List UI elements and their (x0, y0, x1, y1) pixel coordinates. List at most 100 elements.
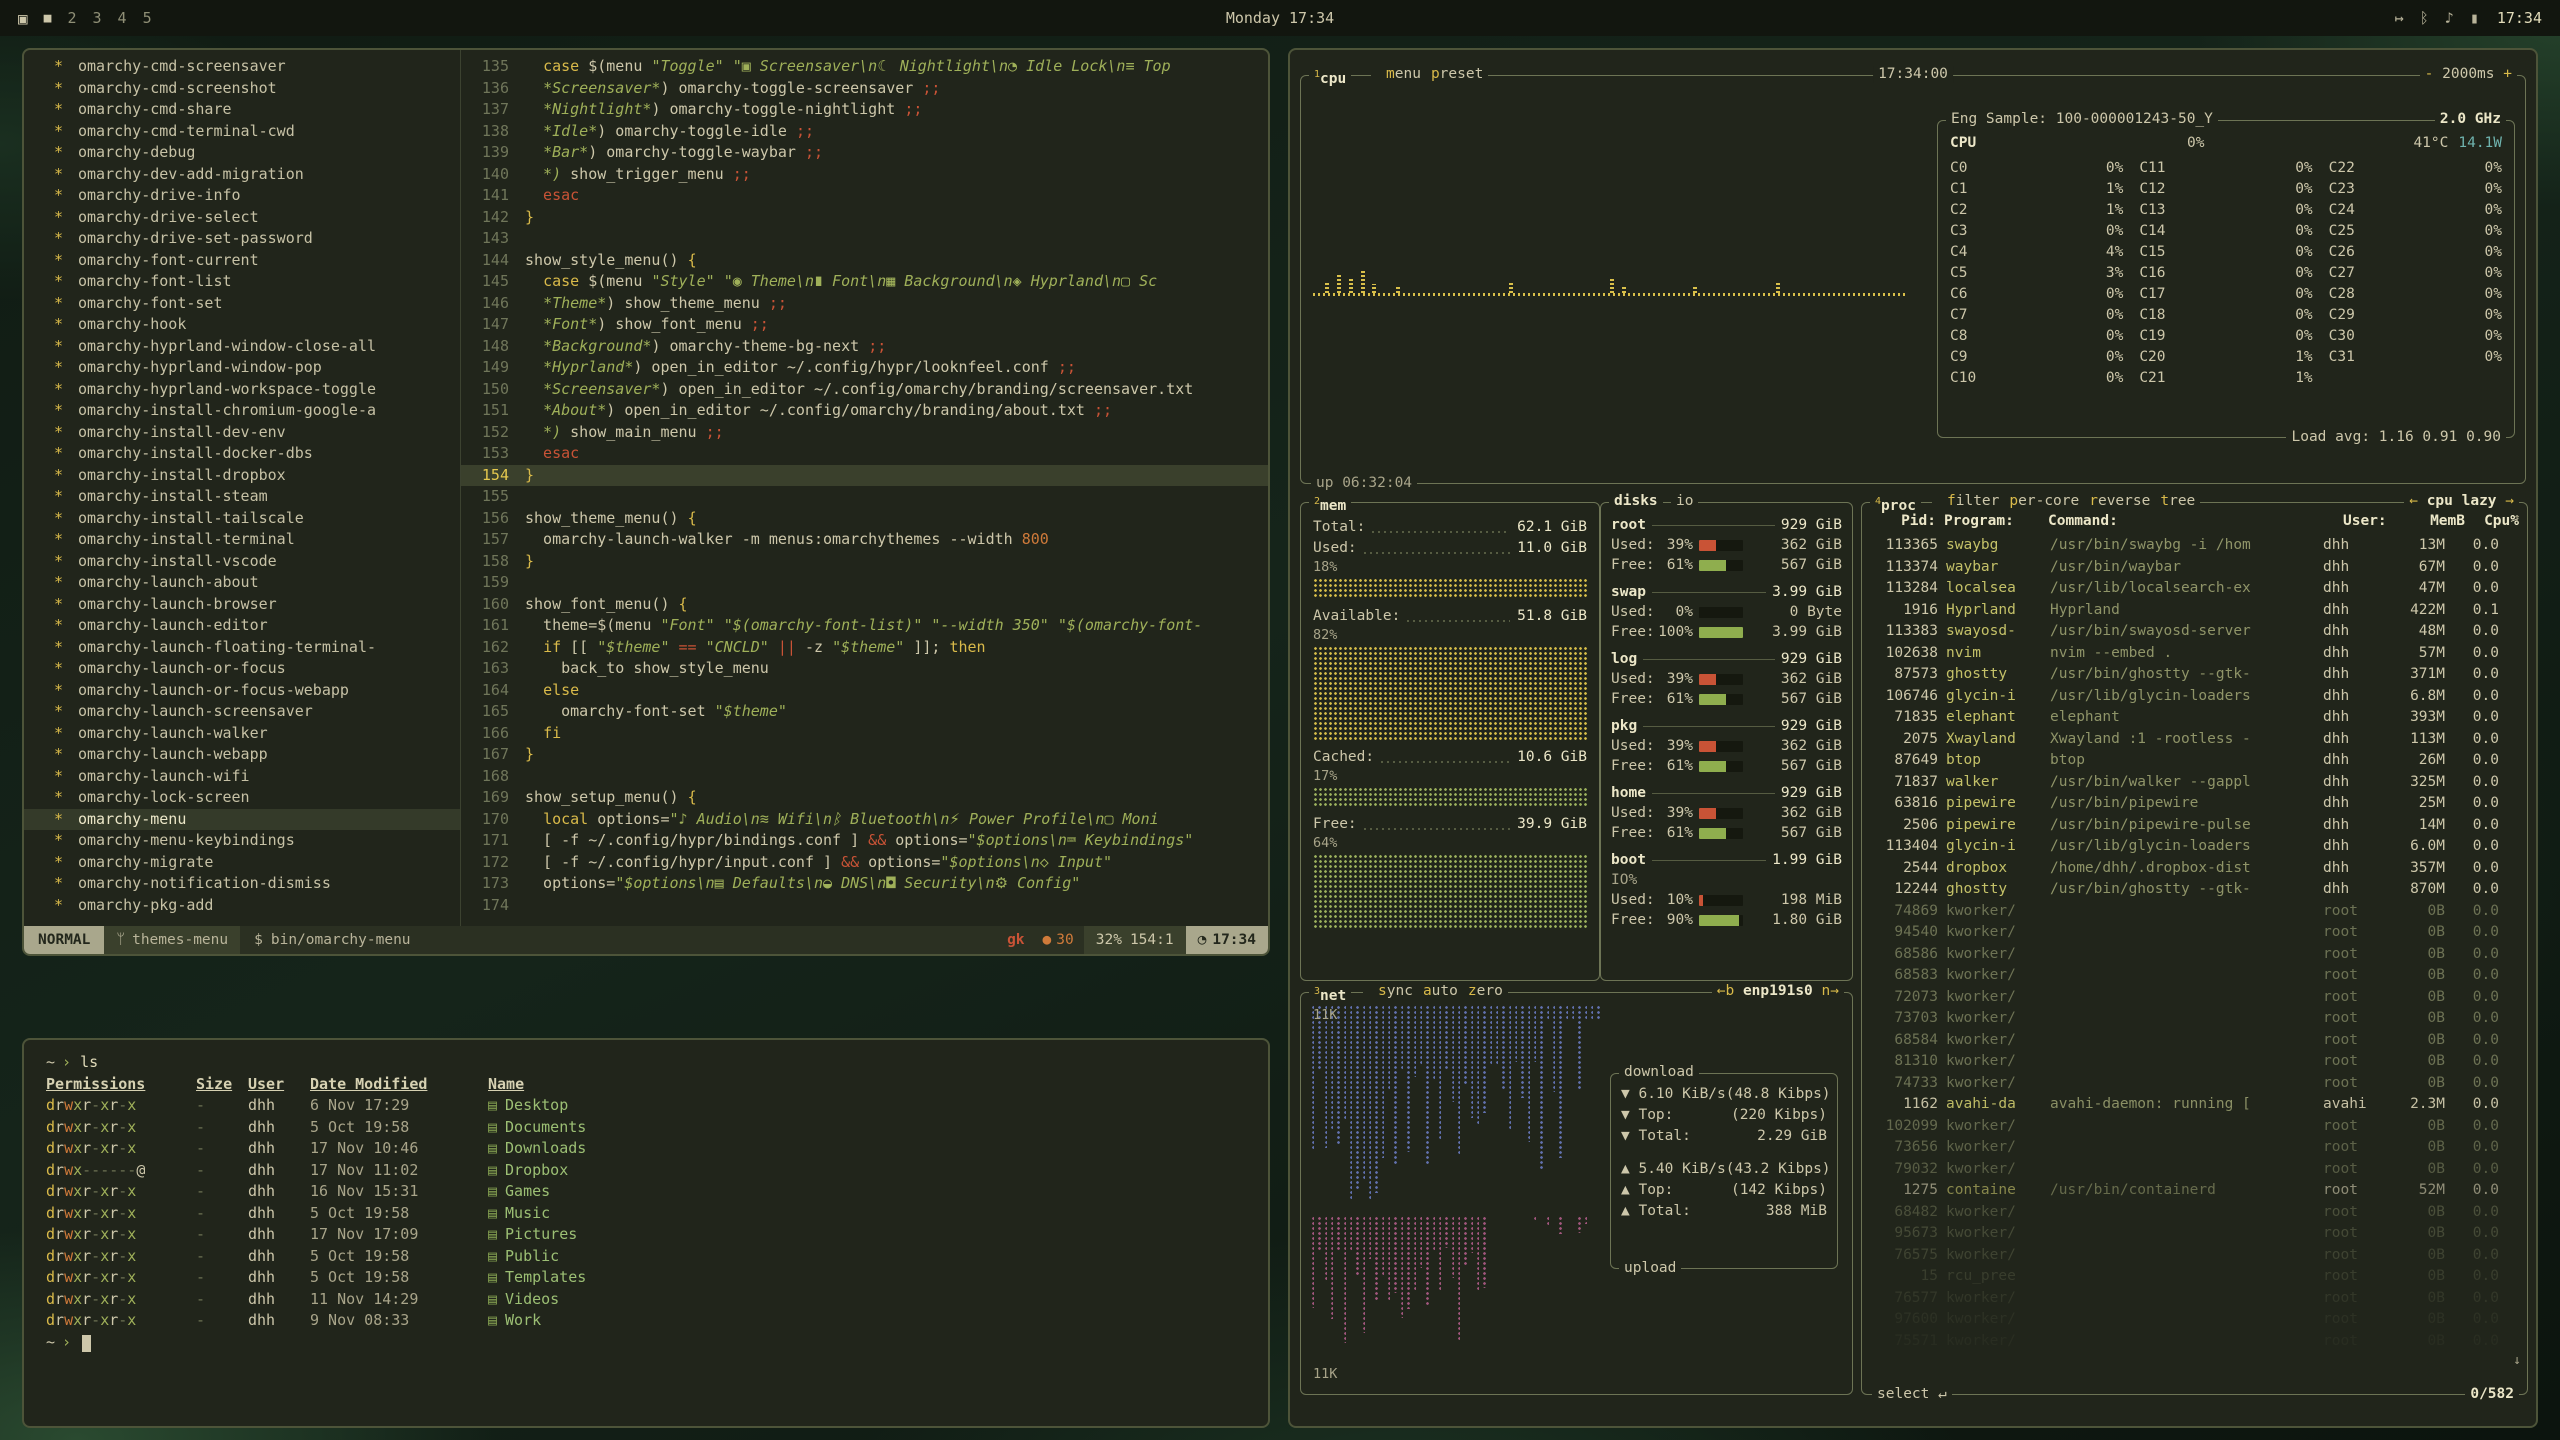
process-row[interactable]: 68584kworker/root0B0.0 (1864, 1030, 2507, 1052)
terminal-window[interactable]: ~ › ls PermissionsSizeUserDate ModifiedN… (22, 1038, 1270, 1428)
file-item[interactable]: *omarchy-hyprland-window-close-all (24, 336, 460, 358)
file-item[interactable]: *omarchy-font-set (24, 293, 460, 315)
net-sync-button[interactable]: sync (1378, 983, 1413, 1000)
file-item[interactable]: *omarchy-font-current (24, 250, 460, 272)
iface-next-button[interactable]: n→ (1822, 983, 1839, 999)
process-row[interactable]: 12244ghostty/usr/bin/ghostty --gtk-dhh87… (1864, 879, 2507, 901)
process-row[interactable]: 76575kworker/root0B0.0 (1864, 1245, 2507, 1267)
process-row[interactable]: 113383swayosd-/usr/bin/swayosd-serverdhh… (1864, 621, 2507, 643)
process-row[interactable]: 74869kworker/root0B0.0 (1864, 901, 2507, 923)
process-row[interactable]: 15rcu_preeroot0B0.0 (1864, 1266, 2507, 1288)
file-item[interactable]: *omarchy-drive-set-password (24, 228, 460, 250)
battery-icon[interactable]: ▮ (2470, 9, 2479, 27)
process-row[interactable]: 71837walker/usr/bin/walker --gappldhh325… (1864, 772, 2507, 794)
process-row[interactable]: 87573ghostty/usr/bin/ghostty --gtk-dhh37… (1864, 664, 2507, 686)
file-item[interactable]: *omarchy-install-dropbox (24, 465, 460, 487)
process-row[interactable]: 2075XwaylandXwayland :1 -rootless -dhh11… (1864, 729, 2507, 751)
process-row[interactable]: 68482kworker/root0B0.0 (1864, 1202, 2507, 1224)
file-item[interactable]: *omarchy-menu-keybindings (24, 830, 460, 852)
interval-plus-button[interactable]: + (2503, 66, 2512, 82)
volume-icon[interactable]: ♪ (2445, 9, 2454, 27)
file-item[interactable]: *omarchy-install-tailscale (24, 508, 460, 530)
process-row[interactable]: 63816pipewire/usr/bin/pipewiredhh25M0.0 (1864, 793, 2507, 815)
file-item[interactable]: *omarchy-install-steam (24, 486, 460, 508)
file-item[interactable]: *omarchy-install-docker-dbs (24, 443, 460, 465)
net-auto-button[interactable]: auto (1423, 983, 1458, 1000)
bluetooth-icon[interactable]: ᛒ (2420, 9, 2429, 27)
scroll-up-icon[interactable]: ↑ (2513, 511, 2521, 526)
process-row[interactable]: 2544dropbox/home/dhh/.dropbox-distdhh357… (1864, 858, 2507, 880)
file-item[interactable]: *omarchy-migrate (24, 852, 460, 874)
process-row[interactable]: 79032kworker/root0B0.0 (1864, 1159, 2507, 1181)
sort-next-button[interactable]: → (2505, 493, 2514, 509)
process-row[interactable]: 74733kworker/root0B0.0 (1864, 1073, 2507, 1095)
process-row[interactable]: 95673kworker/root0B0.0 (1864, 1223, 2507, 1245)
file-item[interactable]: *omarchy-drive-select (24, 207, 460, 229)
file-item[interactable]: *omarchy-hyprland-window-pop (24, 357, 460, 379)
process-row[interactable]: 68586kworker/root0B0.0 (1864, 944, 2507, 966)
file-item[interactable]: *omarchy-drive-info (24, 185, 460, 207)
process-row[interactable]: 1275containe/usr/bin/containerdroot52M0.… (1864, 1180, 2507, 1202)
file-item[interactable]: *omarchy-hook (24, 314, 460, 336)
file-item[interactable]: *omarchy-pkg-add (24, 895, 460, 917)
file-item[interactable]: *omarchy-cmd-share (24, 99, 460, 121)
file-explorer[interactable]: *omarchy-cmd-screensaver*omarchy-cmd-scr… (24, 50, 461, 926)
scroll-down-icon[interactable]: ↓ (2513, 1353, 2521, 1368)
process-row[interactable]: 2506pipewire/usr/bin/pipewire-pulsedhh14… (1864, 815, 2507, 837)
file-item[interactable]: *omarchy-notification-dismiss (24, 873, 460, 895)
process-row[interactable]: 81310kworker/root0B0.0 (1864, 1051, 2507, 1073)
file-item[interactable]: *omarchy-font-list (24, 271, 460, 293)
file-item[interactable]: *omarchy-install-chromium-google-a (24, 400, 460, 422)
logout-icon[interactable]: ↦ (2395, 9, 2404, 27)
file-item[interactable]: *omarchy-hyprland-workspace-toggle (24, 379, 460, 401)
process-row[interactable]: 113284localsea/usr/lib/localsearch-exdhh… (1864, 578, 2507, 600)
workspace-5[interactable]: 5 (143, 9, 152, 27)
file-item[interactable]: *omarchy-launch-or-focus (24, 658, 460, 680)
iface-prev-button[interactable]: ←b (1717, 983, 1734, 999)
file-item[interactable]: *omarchy-install-terminal (24, 529, 460, 551)
file-item[interactable]: *omarchy-install-dev-env (24, 422, 460, 444)
process-row[interactable]: 113374waybar/usr/bin/waybardhh67M0.0 (1864, 557, 2507, 579)
code-editor[interactable]: 135 case $(menu "Toggle" "▣ Screensaver\… (461, 50, 1268, 926)
file-item[interactable]: *omarchy-launch-screensaver (24, 701, 460, 723)
io-mode-button[interactable]: io (1671, 493, 1698, 510)
file-item[interactable]: *omarchy-cmd-screensaver (24, 56, 460, 78)
process-row[interactable]: 87649btopbtopdhh26M0.0 (1864, 750, 2507, 772)
file-item[interactable]: *omarchy-debug (24, 142, 460, 164)
process-row[interactable]: 73656kworker/root0B0.0 (1864, 1137, 2507, 1159)
process-row[interactable]: 102638nvimnvim --embed .dhh57M0.0 (1864, 643, 2507, 665)
process-row[interactable]: 94540kworker/root0B0.0 (1864, 922, 2507, 944)
process-row[interactable]: 72073kworker/root0B0.0 (1864, 987, 2507, 1009)
process-row[interactable]: 1162avahi-daavahi-daemon: running [avahi… (1864, 1094, 2507, 1116)
proc-tree-button[interactable]: tree (2160, 493, 2195, 510)
sort-prev-button[interactable]: ← (2409, 493, 2418, 509)
file-item[interactable]: *omarchy-launch-editor (24, 615, 460, 637)
proc-filter-button[interactable]: filter (1947, 493, 1999, 510)
proc-per-core-button[interactable]: per-core (2009, 493, 2079, 510)
file-item[interactable]: *omarchy-install-vscode (24, 551, 460, 573)
process-row[interactable]: 106746glycin-i/usr/lib/glycin-loadersdhh… (1864, 686, 2507, 708)
process-row[interactable]: 113404glycin-i/usr/lib/glycin-loadersdhh… (1864, 836, 2507, 858)
process-row[interactable]: 73703kworker/root0B0.0 (1864, 1008, 2507, 1030)
process-row[interactable]: 97600kworker/root0B0.0 (1864, 1309, 2507, 1331)
process-row[interactable]: 68583kworker/root0B0.0 (1864, 965, 2507, 987)
file-item[interactable]: *omarchy-cmd-screenshot (24, 78, 460, 100)
process-row[interactable]: 102099kworker/root0B0.0 (1864, 1116, 2507, 1138)
process-row[interactable]: 71835elephantelephantdhh393M0.0 (1864, 707, 2507, 729)
file-item[interactable]: *omarchy-launch-walker (24, 723, 460, 745)
workspace-2[interactable]: 2 (67, 9, 76, 27)
file-item[interactable]: *omarchy-menu (24, 809, 460, 831)
process-row[interactable]: 75571kworker/root0B0.0 (1864, 1331, 2507, 1353)
file-item[interactable]: *omarchy-launch-or-focus-webapp (24, 680, 460, 702)
workspace-3[interactable]: 3 (93, 9, 102, 27)
file-item[interactable]: *omarchy-launch-webapp (24, 744, 460, 766)
file-item[interactable]: *omarchy-launch-about (24, 572, 460, 594)
interval-minus-button[interactable]: - (2425, 66, 2434, 82)
file-item[interactable]: *omarchy-launch-browser (24, 594, 460, 616)
process-row[interactable]: 1916HyprlandHyprlanddhh422M0.1 (1864, 600, 2507, 622)
proc-reverse-button[interactable]: reverse (2089, 493, 2150, 510)
file-item[interactable]: *omarchy-launch-wifi (24, 766, 460, 788)
process-row[interactable]: 76577kworker/root0B0.0 (1864, 1288, 2507, 1310)
workspace-4[interactable]: 4 (118, 9, 127, 27)
file-item[interactable]: *omarchy-cmd-terminal-cwd (24, 121, 460, 143)
